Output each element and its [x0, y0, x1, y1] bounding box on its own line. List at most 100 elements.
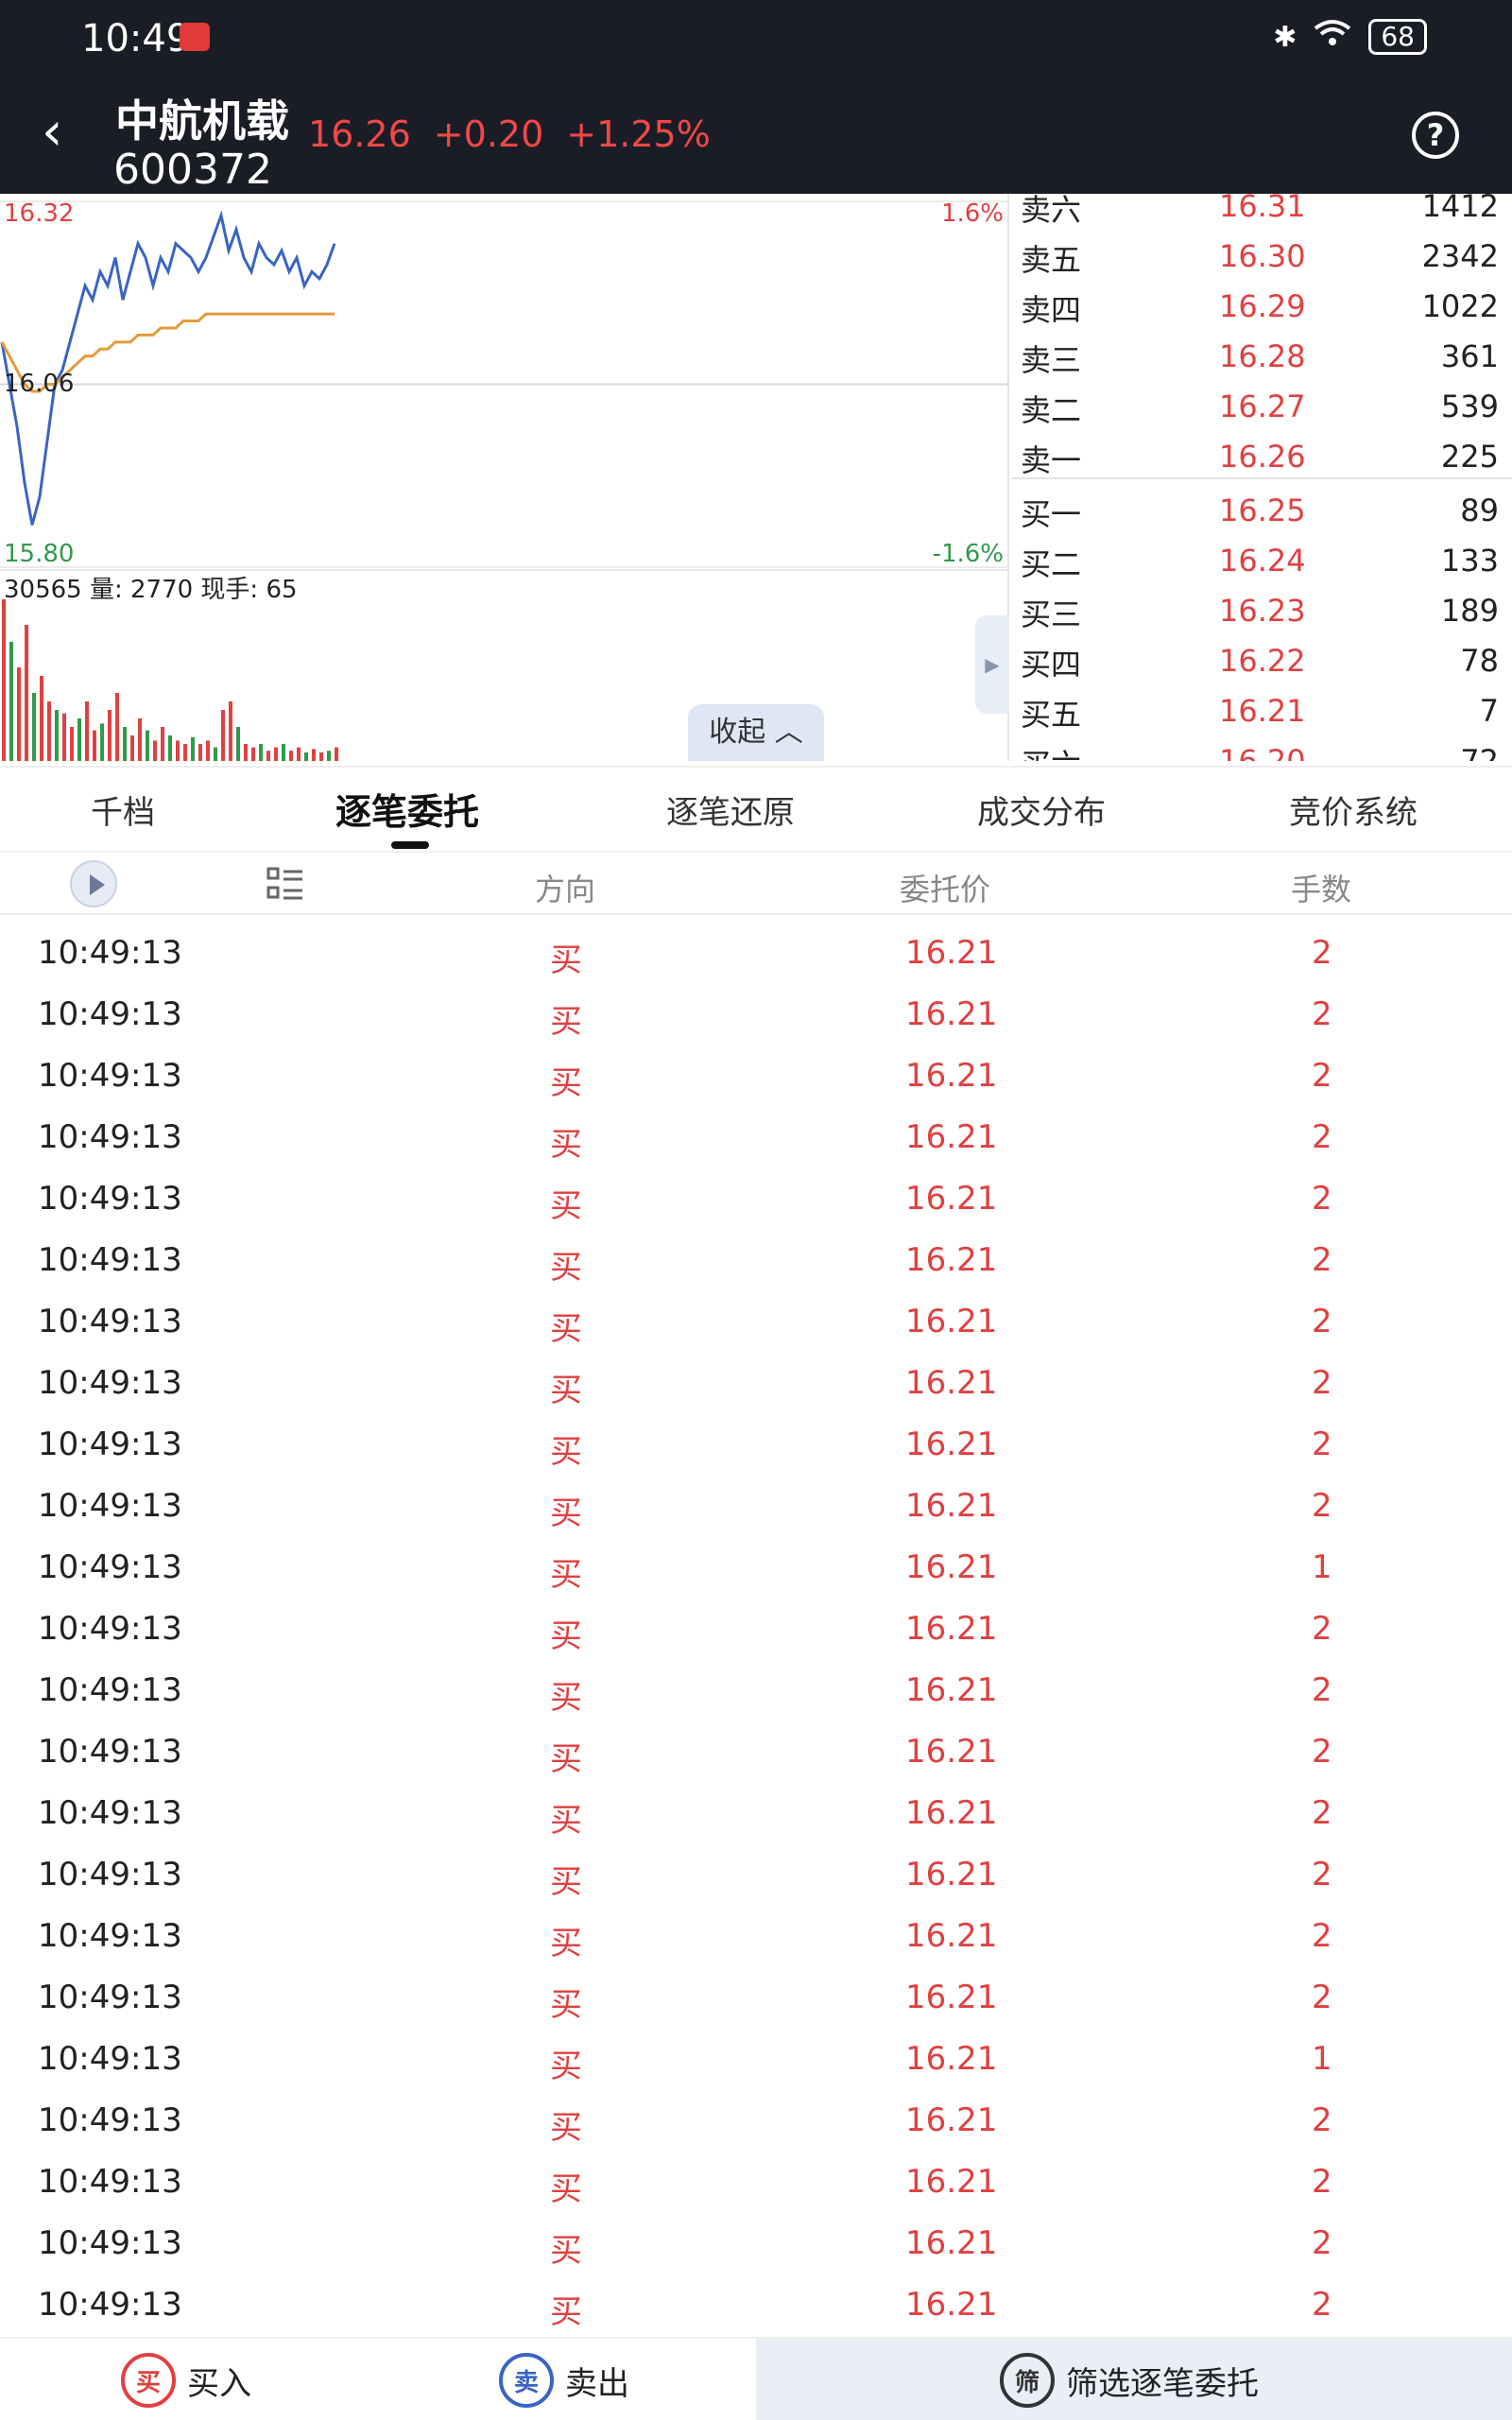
- level-qty: 189: [1440, 593, 1499, 629]
- order-row[interactable]: 10:49:13 买 16.21 2: [0, 1170, 1512, 1232]
- order-row[interactable]: 10:49:13 买 16.21 2: [0, 1785, 1512, 1846]
- order-book-row[interactable]: 买二 16.24 133: [1011, 537, 1512, 586]
- order-row[interactable]: 10:49:13 买 16.21 2: [0, 1416, 1512, 1478]
- order-row[interactable]: 10:49:13 买 16.21 2: [0, 1662, 1512, 1723]
- filter-orders-button[interactable]: 筛 筛选逐笔委托: [1000, 2339, 1259, 2420]
- volume-bar: [55, 710, 59, 761]
- order-book-row[interactable]: 买三 16.23 189: [1011, 587, 1512, 636]
- order-row[interactable]: 10:49:13 买 16.21 2: [0, 1969, 1512, 2031]
- order-row[interactable]: 10:49:13 买 16.21 2: [0, 1846, 1512, 1908]
- order-price: 16.21: [905, 1917, 998, 1955]
- level-name: 买三: [1021, 596, 1082, 632]
- order-direction: 买: [550, 1003, 582, 1041]
- quote-summary: 16.26 +0.20 +1.25%: [308, 113, 711, 155]
- order-row[interactable]: 10:49:13 买 16.21 2: [0, 1478, 1512, 1539]
- volume-bar: [138, 718, 142, 761]
- level-qty: 72: [1460, 743, 1499, 761]
- order-book-row[interactable]: 买一 16.25 89: [1011, 487, 1512, 536]
- order-row[interactable]: 10:49:13 买 16.21 1: [0, 2031, 1512, 2092]
- order-row[interactable]: 10:49:13 买 16.21 2: [0, 1600, 1512, 1662]
- order-row[interactable]: 10:49:13 买 16.21 2: [0, 2215, 1512, 2276]
- order-row[interactable]: 10:49:13 买 16.21 2: [0, 1293, 1512, 1355]
- play-icon[interactable]: [70, 860, 117, 908]
- sell-button[interactable]: 卖 卖出: [499, 2339, 629, 2420]
- volume-bar: [17, 667, 21, 761]
- order-direction: 买: [550, 1556, 582, 1594]
- order-direction: 买: [550, 2232, 582, 2270]
- order-price: 16.21: [905, 1118, 998, 1156]
- expand-side-handle[interactable]: ▶: [975, 615, 1009, 714]
- volume-bar: [85, 701, 89, 761]
- order-list[interactable]: 10:49:13 买 16.21 2 10:49:13 买 16.21 2 10:49:13 买 1…: [0, 917, 1512, 2337]
- order-qty: 2: [1312, 1733, 1332, 1771]
- order-row[interactable]: 10:49:13 买 16.21 2: [0, 1109, 1512, 1170]
- order-book-row[interactable]: 卖二 16.27 539: [1011, 383, 1512, 432]
- tab-order-by-order[interactable]: 逐笔委托: [335, 783, 479, 835]
- order-price: 16.21: [905, 934, 998, 972]
- order-book-row[interactable]: 买六 16.20 72: [1011, 737, 1512, 761]
- order-price: 16.21: [905, 1487, 998, 1525]
- order-row[interactable]: 10:49:13 买 16.21 2: [0, 1723, 1512, 1785]
- order-row[interactable]: 10:49:13 买 16.21 2: [0, 2092, 1512, 2153]
- order-time: 10:49:13: [38, 1487, 182, 1525]
- order-book-row[interactable]: 卖六 16.31 1412: [1011, 194, 1512, 232]
- volume-bar: [108, 710, 112, 761]
- volume-info: 30565 量: 2770 现手: 65: [4, 576, 298, 604]
- order-book-row[interactable]: 买五 16.21 7: [1011, 687, 1512, 736]
- volume-bar: [100, 723, 104, 761]
- order-time: 10:49:13: [38, 1671, 182, 1709]
- tab-order-restore[interactable]: 逐笔还原: [666, 786, 795, 833]
- back-chevron-icon[interactable]: ‹: [42, 106, 62, 159]
- list-view-icon[interactable]: [266, 866, 304, 902]
- order-row[interactable]: 10:49:13 买 16.21 2: [0, 1908, 1512, 1969]
- order-qty: 2: [1312, 1856, 1332, 1893]
- volume-bar: [93, 730, 96, 761]
- order-time: 10:49:13: [38, 2040, 182, 2078]
- order-time: 10:49:13: [38, 934, 182, 972]
- stock-name: 中航机载: [115, 95, 289, 147]
- order-time: 10:49:13: [38, 1118, 182, 1156]
- tab-qiandang[interactable]: 千档: [91, 786, 155, 833]
- order-qty: 2: [1312, 2163, 1332, 2201]
- level-qty: 361: [1440, 338, 1499, 374]
- order-time: 10:49:13: [38, 1610, 182, 1648]
- order-book-row[interactable]: 卖五 16.30 2342: [1011, 233, 1512, 282]
- order-direction: 买: [550, 2293, 582, 2331]
- order-qty: 2: [1312, 1118, 1332, 1156]
- order-direction: 买: [550, 2048, 582, 2085]
- order-book-row[interactable]: 卖一 16.26 225: [1011, 433, 1512, 482]
- order-direction: 买: [550, 1495, 582, 1532]
- buy-button[interactable]: 买 买入: [121, 2339, 251, 2420]
- order-row[interactable]: 10:49:13 买 16.21 2: [0, 1047, 1512, 1109]
- order-qty: 1: [1312, 2040, 1332, 2078]
- volume-bar: [236, 727, 240, 761]
- order-direction: 买: [550, 1925, 582, 1962]
- volume-bar: [191, 736, 195, 761]
- order-price: 16.21: [905, 2101, 998, 2139]
- order-price: 16.21: [905, 2040, 998, 2078]
- order-row[interactable]: 10:49:13 买 16.21 2: [0, 2153, 1512, 2215]
- collapse-button[interactable]: 收起 ︿: [688, 704, 824, 761]
- order-book-row[interactable]: 卖三 16.28 361: [1011, 333, 1512, 382]
- order-row[interactable]: 10:49:13 买 16.21 1: [0, 1539, 1512, 1600]
- order-row[interactable]: 10:49:13 买 16.21 2: [0, 1355, 1512, 1416]
- tab-auction-system[interactable]: 竞价系统: [1289, 786, 1418, 833]
- order-row[interactable]: 10:49:13 买 16.21 2: [0, 2276, 1512, 2337]
- order-book-row[interactable]: 买四 16.22 78: [1011, 637, 1512, 686]
- tab-trade-distribution[interactable]: 成交分布: [977, 786, 1106, 833]
- help-icon[interactable]: ?: [1412, 112, 1459, 159]
- order-price: 16.21: [905, 1426, 998, 1463]
- order-direction: 买: [550, 1249, 582, 1287]
- order-time: 10:49:13: [38, 1426, 182, 1463]
- order-price: 16.21: [905, 1733, 998, 1771]
- order-book-row[interactable]: 卖四 16.29 1022: [1011, 283, 1512, 332]
- order-row[interactable]: 10:49:13 买 16.21 2: [0, 925, 1512, 986]
- level-name: 买四: [1021, 647, 1082, 683]
- order-price: 16.21: [905, 1180, 998, 1218]
- level-price: 16.29: [1219, 288, 1306, 324]
- order-row[interactable]: 10:49:13 买 16.21 2: [0, 986, 1512, 1047]
- intraday-chart[interactable]: 16.32 16.06 15.80 1.6% -1.6% 30565 量: 27…: [0, 194, 1009, 761]
- volume-bar: [251, 747, 255, 761]
- order-qty: 2: [1312, 1241, 1332, 1279]
- order-row[interactable]: 10:49:13 买 16.21 2: [0, 1232, 1512, 1293]
